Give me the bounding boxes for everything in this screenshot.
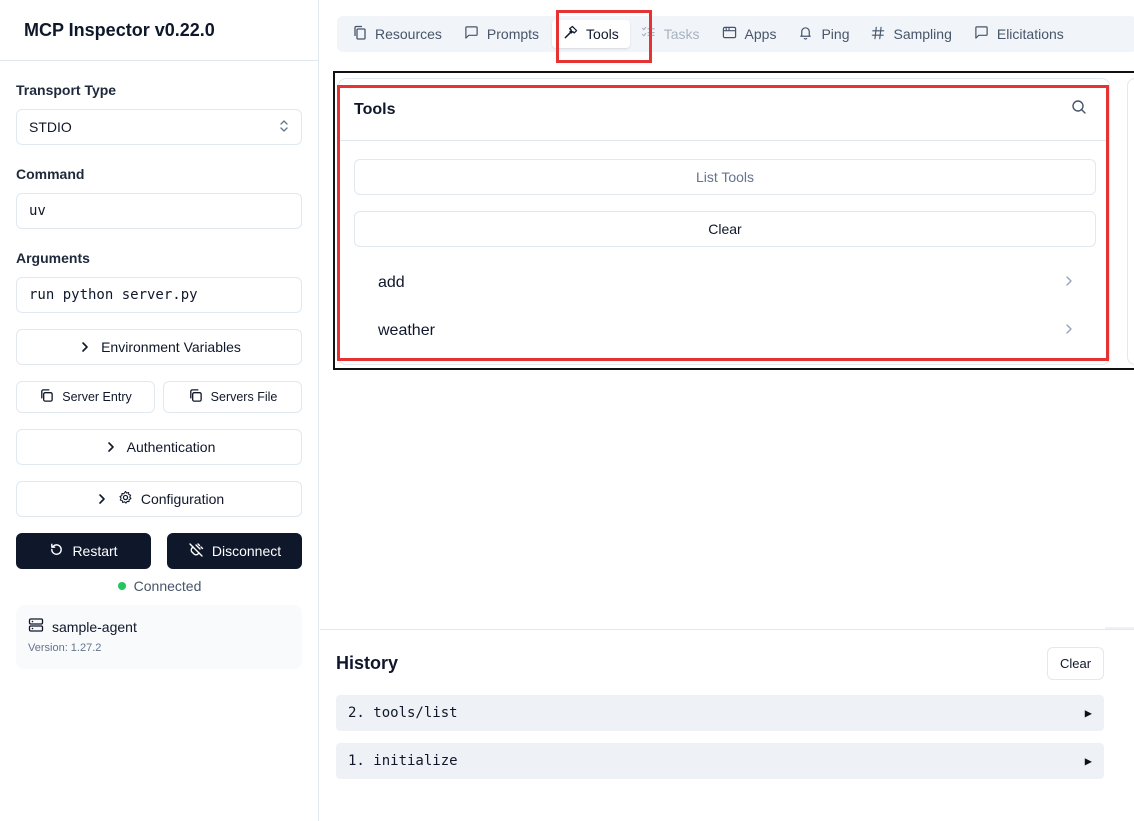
history-entry-label: 2. tools/list (348, 705, 458, 721)
server-icon (28, 617, 44, 636)
tab-label: Ping (821, 26, 850, 42)
history-title: History (336, 653, 399, 673)
arguments-value: run python server.py (29, 287, 198, 303)
chevrons-up-down-icon (279, 119, 289, 137)
rotate-ccw-icon (49, 542, 64, 560)
tab-sampling[interactable]: Sampling (860, 20, 962, 48)
transport-type-label: Transport Type (16, 82, 117, 98)
history-entry[interactable]: 2. tools/list ▶ (336, 695, 1104, 731)
restart-button[interactable]: Restart (16, 533, 151, 569)
history-clear-button[interactable]: Clear (1047, 647, 1104, 680)
gear-icon (118, 490, 133, 508)
bell-icon (798, 25, 813, 43)
status-dot-icon (117, 582, 126, 590)
server-entry-label: Server Entry (62, 390, 132, 404)
sidebar: MCP Inspector v0.22.0 Transport Type STD… (0, 0, 319, 821)
tab-elicitations[interactable]: Elicitations (963, 20, 1075, 48)
expand-triangle-icon: ▶ (1084, 754, 1092, 768)
hash-icon (871, 26, 885, 43)
main-tab-bar: Resources Prompts Tools Tasks Apps Ping … (337, 16, 1134, 52)
tab-label: Apps (744, 26, 777, 42)
authentication-label: Authentication (126, 439, 216, 455)
tab-label: Sampling (893, 26, 952, 42)
disconnect-button[interactable]: Disconnect (167, 533, 302, 569)
servers-file-button[interactable]: Servers File (163, 381, 302, 413)
arguments-label: Arguments (16, 250, 90, 266)
tools-tab-highlight (556, 10, 652, 63)
disconnect-label: Disconnect (211, 543, 282, 559)
command-input[interactable]: uv (16, 193, 302, 229)
authentication-button[interactable]: Authentication (16, 429, 302, 465)
history-clear-label: Clear (1059, 656, 1092, 671)
servers-file-label: Servers File (210, 390, 278, 404)
tab-prompts[interactable]: Prompts (453, 20, 550, 48)
configuration-button[interactable]: Configuration (16, 481, 302, 517)
chevron-right-icon (103, 439, 119, 455)
command-value: uv (29, 203, 46, 219)
message-square-icon (974, 25, 989, 43)
history-entry-label: 1. initialize (348, 753, 458, 769)
command-label: Command (16, 166, 85, 182)
files-icon (353, 25, 367, 43)
tools-panel-highlight (337, 85, 1109, 361)
configuration-label: Configuration (140, 491, 225, 507)
message-square-icon (464, 25, 479, 43)
copy-icon (39, 388, 54, 406)
environment-variables-button[interactable]: Environment Variables (16, 329, 302, 365)
tab-apps[interactable]: Apps (711, 20, 788, 48)
environment-variables-label: Environment Variables (101, 339, 241, 355)
server-info-card: sample-agent Version: 1.27.2 (16, 605, 302, 669)
unplug-icon (188, 542, 204, 561)
arguments-input[interactable]: run python server.py (16, 277, 302, 313)
server-name: sample-agent (52, 618, 137, 635)
app-title: MCP Inspector v0.22.0 (24, 19, 215, 40)
app-window-icon (722, 25, 737, 43)
tab-resources[interactable]: Resources (342, 20, 453, 48)
restart-label: Restart (72, 543, 118, 559)
copy-icon (188, 388, 203, 406)
transport-type-value: STDIO (29, 119, 72, 135)
sidebar-header: MCP Inspector v0.22.0 (0, 0, 318, 61)
connection-status: Connected (0, 578, 319, 594)
tab-label: Tasks (663, 26, 700, 42)
tab-ping[interactable]: Ping (787, 20, 860, 48)
server-entry-button[interactable]: Server Entry (16, 381, 155, 413)
transport-type-select[interactable]: STDIO (16, 109, 302, 145)
server-version: Version: 1.27.2 (28, 642, 102, 654)
tab-label: Elicitations (996, 26, 1064, 42)
expand-triangle-icon: ▶ (1084, 706, 1092, 720)
status-text: Connected (133, 578, 202, 594)
tab-label: Resources (375, 26, 442, 42)
tool-detail-panel-edge (1127, 78, 1134, 365)
chevron-right-icon (77, 339, 93, 355)
history-entry[interactable]: 1. initialize ▶ (336, 743, 1104, 779)
chevron-right-icon (94, 491, 110, 507)
tab-label: Prompts (486, 26, 540, 42)
history-panel: History Clear 2. tools/list ▶ 1. initial… (320, 629, 1134, 821)
